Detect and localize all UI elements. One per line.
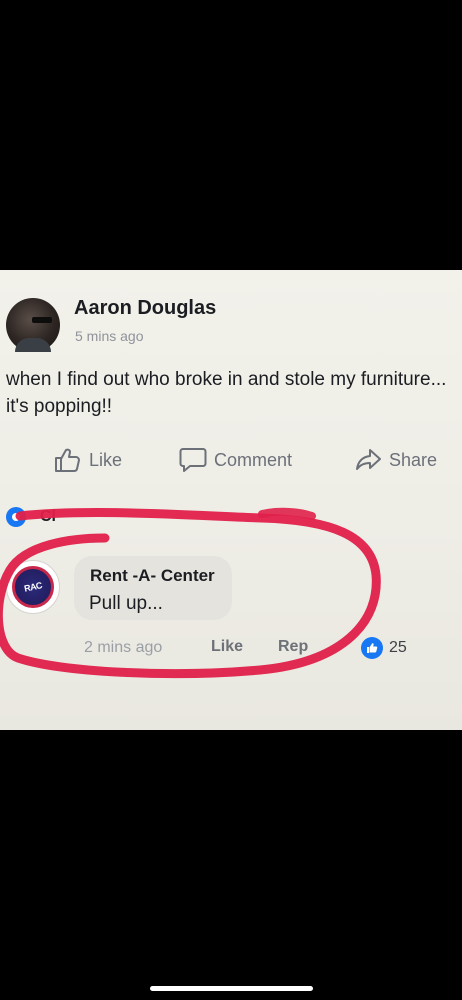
home-indicator[interactable] xyxy=(150,986,313,991)
comment-text: Pull up... xyxy=(89,593,163,614)
commenter-avatar[interactable]: RAC xyxy=(6,560,60,614)
like-button[interactable]: Like xyxy=(54,444,122,476)
screenshot-photo: Aaron Douglas 5 mins ago when I find out… xyxy=(0,270,462,730)
like-label: Like xyxy=(89,449,123,470)
comment-reactions[interactable]: 25 xyxy=(361,637,407,659)
author-avatar[interactable] xyxy=(6,298,60,352)
comment-label: Comment xyxy=(214,449,293,470)
thumbs-up-icon xyxy=(367,643,378,653)
avatar-sunglasses xyxy=(32,317,52,323)
like-reaction-icon xyxy=(6,507,26,527)
red-annotation-circle xyxy=(0,507,381,679)
thumbs-up-icon xyxy=(55,448,80,472)
phone-screen: Aaron Douglas 5 mins ago when I find out… xyxy=(0,0,462,1000)
share-label: Share xyxy=(389,449,438,470)
post-text: when I find out who broke in and stole m… xyxy=(6,369,447,417)
speech-bubble-icon xyxy=(179,448,207,472)
reaction-count: 25 xyxy=(389,639,407,656)
rent-a-center-logo: RAC xyxy=(12,566,54,608)
comment-author-name[interactable]: Rent -A- Center xyxy=(90,566,215,586)
view-comments-label: Cl xyxy=(40,508,56,525)
comment-button[interactable]: Comment xyxy=(179,444,292,476)
avatar-shirt xyxy=(15,338,51,352)
logo-text: RAC xyxy=(23,580,43,594)
share-button[interactable]: Share xyxy=(354,444,437,476)
like-reaction-icon xyxy=(361,637,383,659)
post-author-name[interactable]: Aaron Douglas xyxy=(74,297,216,320)
view-comments-link[interactable]: Cl xyxy=(6,506,56,528)
comment-timestamp[interactable]: 2 mins ago xyxy=(84,639,162,657)
share-arrow-icon xyxy=(356,449,381,470)
post-timestamp[interactable]: 5 mins ago xyxy=(75,328,143,344)
comment-like-button[interactable]: Like xyxy=(211,638,243,656)
comment-reply-button[interactable]: Rep xyxy=(278,638,314,656)
post-action-bar: Like Comment Share xyxy=(0,444,462,476)
